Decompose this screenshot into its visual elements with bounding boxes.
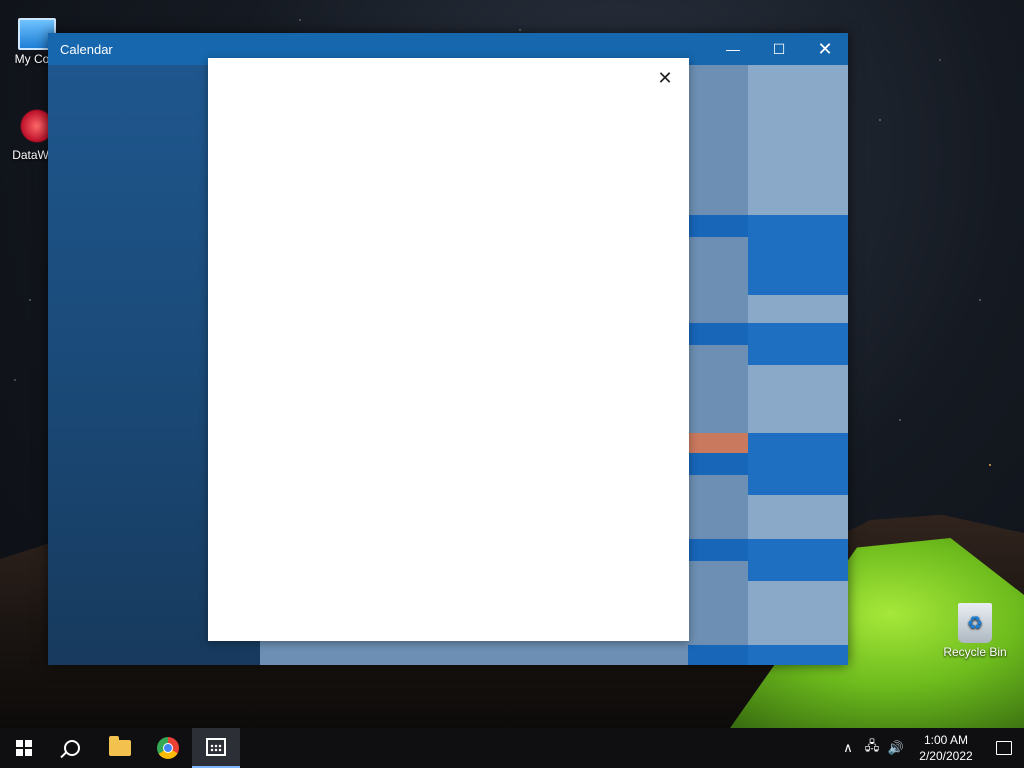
maximize-button[interactable]: ☐: [756, 33, 802, 65]
network-icon[interactable]: 🖧: [860, 728, 884, 768]
taskbar-clock[interactable]: 1:00 AM 2/20/2022: [908, 732, 984, 764]
window-title: Calendar: [60, 41, 113, 57]
clock-time: 1:00 AM: [923, 733, 969, 747]
tray-chevron-up-icon[interactable]: ∧: [836, 728, 860, 768]
desktop-icon-recycle-bin[interactable]: Recycle Bin: [938, 603, 1012, 659]
chrome-icon: [157, 737, 179, 759]
taskbar-calendar[interactable]: [192, 728, 240, 768]
clock-date: 2/20/2022: [919, 749, 973, 763]
calendar-icon: [206, 738, 226, 756]
agenda-event-block: [748, 539, 848, 581]
search-button[interactable]: [48, 728, 96, 768]
desktop-icon-label: Recycle Bin: [943, 645, 1007, 659]
agenda-event-block: [748, 645, 848, 665]
agenda-event-block: [748, 323, 848, 365]
action-center-button[interactable]: [984, 728, 1024, 768]
taskbar-file-explorer[interactable]: [96, 728, 144, 768]
agenda-event-block: [748, 433, 848, 495]
modal-dialog: ✕: [208, 58, 689, 641]
dialog-close-button[interactable]: ✕: [653, 66, 677, 90]
volume-icon[interactable]: 🔊: [884, 728, 908, 768]
start-button[interactable]: [0, 728, 48, 768]
recycle-bin-icon: [958, 603, 992, 643]
agenda-event-block: [748, 215, 848, 295]
taskbar-chrome[interactable]: [144, 728, 192, 768]
windows-logo-icon: [16, 740, 32, 756]
notification-icon: [996, 741, 1012, 755]
taskbar: ∧ 🖧 🔊 1:00 AM 2/20/2022: [0, 728, 1024, 768]
minimize-button[interactable]: —: [710, 33, 756, 65]
folder-icon: [109, 736, 131, 756]
search-icon: [64, 740, 80, 756]
close-window-button[interactable]: ✕: [802, 33, 848, 65]
system-tray: ∧ 🖧 🔊 1:00 AM 2/20/2022: [836, 728, 1024, 768]
